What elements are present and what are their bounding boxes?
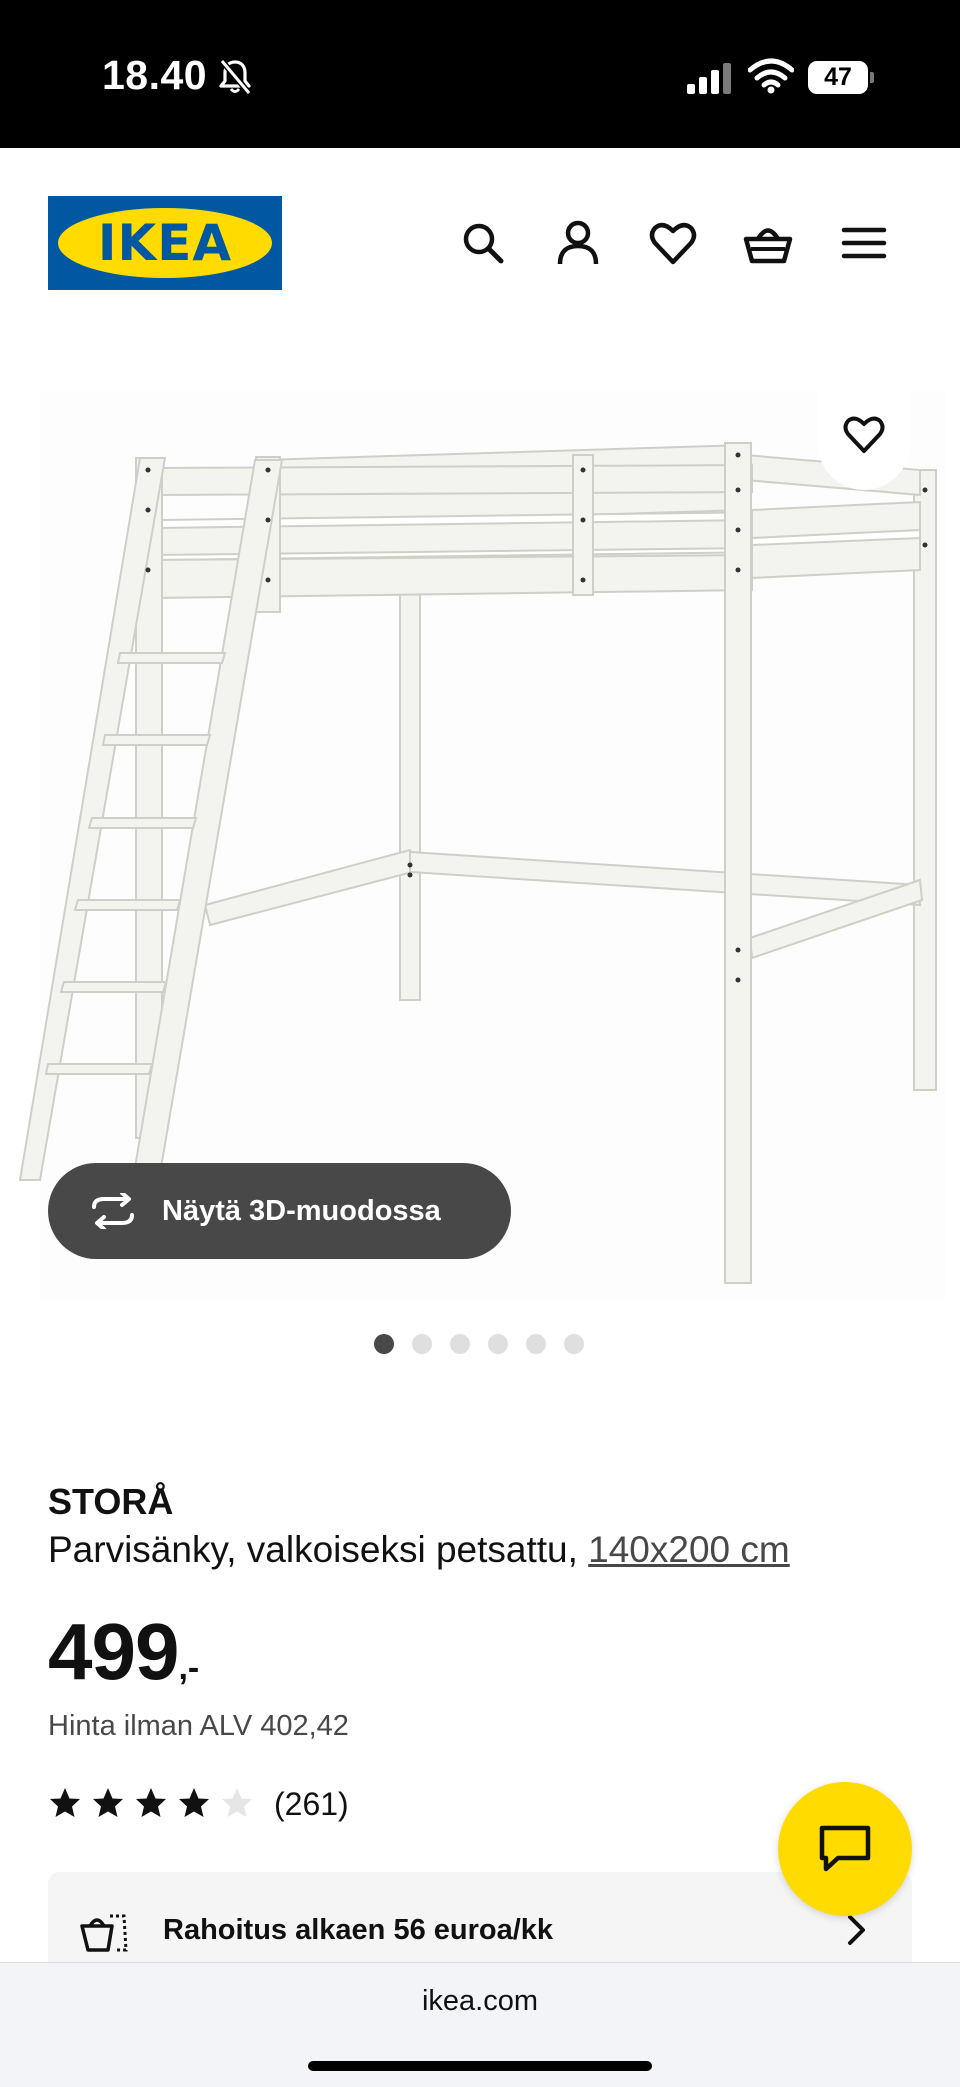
- product-name: STORÅ: [48, 1481, 174, 1522]
- chevron-right-icon: [848, 1915, 865, 1945]
- shopping-basket-icon[interactable]: [743, 218, 793, 268]
- pagination-dot-6[interactable]: [564, 1334, 584, 1354]
- price-integer: 499: [48, 1607, 179, 1696]
- home-indicator[interactable]: [308, 2061, 652, 2071]
- battery-level: 47: [808, 61, 868, 94]
- logo-text: IKEA: [97, 214, 233, 272]
- search-icon[interactable]: [458, 218, 508, 268]
- signal-icon: [687, 63, 731, 94]
- site-header: IKEA: [0, 148, 960, 338]
- chat-button[interactable]: [778, 1782, 912, 1916]
- star-filled-icon: [50, 1788, 80, 1817]
- wifi-icon: [748, 58, 794, 94]
- pagination-dot-1[interactable]: [374, 1334, 394, 1354]
- star-filled-icon: [136, 1788, 166, 1817]
- view-3d-label: Näytä 3D-muodossa: [162, 1195, 441, 1227]
- view-3d-button[interactable]: Näytä 3D-muodossa: [48, 1163, 511, 1259]
- product-page: 18.40 47 IKEA Näytä 3D-muodossa STORÅ Pa…: [0, 0, 960, 2087]
- menu-icon[interactable]: [840, 218, 890, 268]
- pagination-dot-3[interactable]: [450, 1334, 470, 1354]
- battery-icon: 47: [808, 61, 874, 94]
- pagination-dot-2[interactable]: [412, 1334, 432, 1354]
- product-type: Parvisänky, valkoiseksi petsattu,: [48, 1529, 589, 1570]
- heart-icon[interactable]: [648, 218, 698, 268]
- bell-slash-icon: [219, 59, 252, 95]
- price-excl-vat: Hinta ilman ALV 402,42: [48, 1710, 349, 1742]
- account-icon[interactable]: [553, 218, 603, 268]
- pagination-dot-4[interactable]: [488, 1334, 508, 1354]
- financing-basket-icon: [80, 1914, 128, 1952]
- rotate-3d-icon: [92, 1193, 134, 1229]
- heart-icon: [843, 416, 885, 453]
- star-filled-icon: [179, 1788, 209, 1817]
- battery-cap: [870, 72, 874, 83]
- product-description: Parvisänky, valkoiseksi petsattu, 140x20…: [48, 1529, 790, 1571]
- price-suffix: ,-: [178, 1649, 200, 1687]
- ikea-logo[interactable]: IKEA: [48, 196, 282, 290]
- rating-count: (261): [274, 1786, 349, 1822]
- product-price: 499,-: [48, 1606, 200, 1696]
- star-empty-icon: [222, 1788, 252, 1817]
- product-size-link[interactable]: 140x200 cm: [588, 1529, 790, 1570]
- browser-address-bar[interactable]: ikea.com: [0, 1962, 960, 2087]
- pagination-dot-5[interactable]: [526, 1334, 546, 1354]
- status-bar: 18.40 47: [0, 0, 960, 148]
- status-time: 18.40: [102, 52, 208, 98]
- chat-bubble-icon: [819, 1825, 871, 1872]
- star-filled-icon: [93, 1788, 123, 1817]
- add-to-favourites-button[interactable]: [818, 380, 910, 490]
- url-text[interactable]: ikea.com: [0, 1985, 960, 2018]
